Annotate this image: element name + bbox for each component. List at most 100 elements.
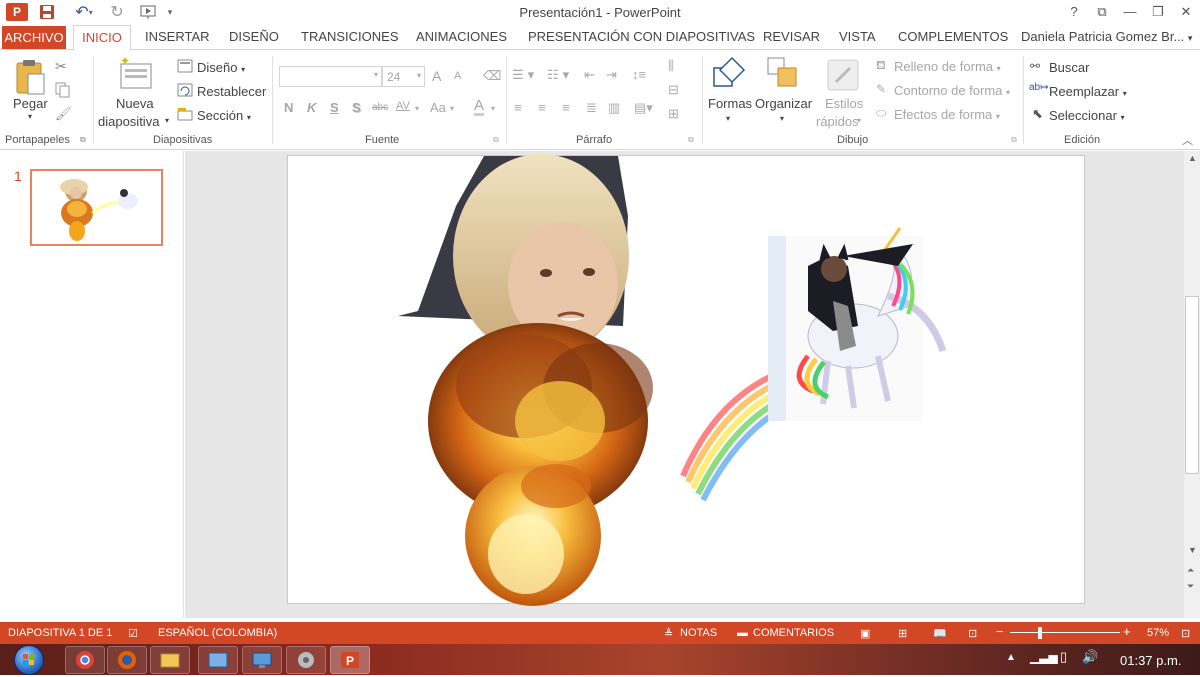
align-right-icon[interactable]: ≡ xyxy=(562,100,570,115)
scroll-up-icon[interactable]: ▲ xyxy=(1188,153,1197,163)
shape-outline-button[interactable]: Contorno de forma ▾ xyxy=(894,83,1010,98)
notes-icon[interactable]: ≜ xyxy=(664,627,673,640)
cursor-icon[interactable]: ⬉ xyxy=(1032,106,1043,122)
reset-icon[interactable] xyxy=(177,83,193,100)
slide-thumbnail-1[interactable] xyxy=(30,169,163,246)
shadow-button[interactable]: S xyxy=(352,100,361,115)
layout-button[interactable]: Diseño ▾ xyxy=(197,60,245,75)
zoom-level[interactable]: 57% xyxy=(1147,627,1169,639)
app-taskbar-button-1[interactable] xyxy=(198,646,238,674)
notes-button[interactable]: NOTAS xyxy=(680,627,717,639)
tab-vista[interactable]: VISTA xyxy=(839,29,876,44)
convert-smartart-icon[interactable]: ⊞ xyxy=(668,106,679,122)
shapes-button[interactable]: Formas xyxy=(708,96,752,111)
maximize-button[interactable]: ❐ xyxy=(1145,2,1171,22)
bullets-icon[interactable]: ☰▾ xyxy=(512,67,538,83)
reading-view-icon[interactable]: 📖 xyxy=(933,627,947,640)
tab-inicio[interactable]: INICIO xyxy=(73,25,131,51)
font-color-button[interactable]: A xyxy=(474,98,485,116)
language-status[interactable]: ESPAÑOL (COLOMBIA) xyxy=(158,627,277,639)
girl-explosion-image[interactable] xyxy=(398,154,653,606)
battery-icon[interactable]: ▯ xyxy=(1060,649,1067,665)
chevron-down-icon[interactable]: ▾ xyxy=(857,116,861,125)
app-taskbar-button-3[interactable] xyxy=(286,646,326,674)
zoom-in-icon[interactable]: + xyxy=(1123,624,1131,639)
next-slide-icon[interactable]: ⏷ xyxy=(1187,581,1194,592)
dialog-launcher-icon[interactable]: ⧉ xyxy=(493,135,499,145)
chevron-down-icon[interactable]: ▾ xyxy=(165,116,169,125)
chevron-down-icon[interactable]: ▾ xyxy=(450,104,454,113)
dialog-launcher-icon[interactable]: ⧉ xyxy=(688,135,694,145)
zoom-slider-track[interactable] xyxy=(1010,632,1120,633)
italic-button[interactable]: K xyxy=(307,100,316,115)
copy-icon[interactable] xyxy=(55,82,71,101)
chevron-down-icon[interactable]: ▾ xyxy=(28,112,32,121)
distributed-icon[interactable]: ▥ xyxy=(608,100,620,116)
vertical-scrollbar[interactable]: ▲ ▼ ⏶ ⏷ xyxy=(1184,151,1200,618)
slide-canvas[interactable] xyxy=(287,154,1085,606)
effects-icon[interactable]: ⬭ xyxy=(876,106,886,121)
new-slide-label-2[interactable]: diapositiva xyxy=(98,114,159,129)
font-name-combo[interactable]: ▾ xyxy=(279,66,382,87)
chevron-down-icon[interactable]: ▾ xyxy=(415,104,419,113)
paste-icon[interactable] xyxy=(14,58,48,101)
tab-transiciones[interactable]: TRANSICIONES xyxy=(301,29,399,44)
chevron-down-icon[interactable]: ▾ xyxy=(491,104,495,113)
tab-archivo[interactable]: ARCHIVO xyxy=(2,26,66,49)
show-hidden-icons-icon[interactable]: ▲ xyxy=(1006,652,1016,663)
line-spacing-icon[interactable]: ↕≡ xyxy=(632,67,646,82)
binoculars-icon[interactable]: ⚯ xyxy=(1030,59,1040,73)
collapse-ribbon-icon[interactable]: ︿ xyxy=(1182,132,1193,148)
clear-formatting-icon[interactable]: ⌫ xyxy=(483,68,501,84)
justify-icon[interactable]: ≣ xyxy=(586,100,597,116)
quick-styles-icon[interactable] xyxy=(826,58,860,95)
cut-icon[interactable]: ✂ xyxy=(55,58,67,75)
scroll-down-icon[interactable]: ▼ xyxy=(1188,545,1197,555)
shape-fill-button[interactable]: Relleno de forma ▾ xyxy=(894,59,1001,74)
decrease-indent-icon[interactable]: ⇤ xyxy=(584,67,595,83)
replace-icon[interactable]: ab↦ xyxy=(1029,82,1049,93)
align-center-icon[interactable]: ≡ xyxy=(538,100,546,115)
slideshow-icon[interactable]: ⊡ xyxy=(968,627,977,640)
shrink-font-button[interactable]: A xyxy=(454,70,461,82)
help-button[interactable]: ? xyxy=(1061,2,1087,22)
app-taskbar-button-2[interactable] xyxy=(242,646,282,674)
pencil-icon[interactable]: ✎ xyxy=(876,82,886,96)
clock[interactable]: 01:37 p.m. xyxy=(1120,653,1181,668)
ribbon-display-options-button[interactable]: ⧉ xyxy=(1089,2,1115,22)
start-button[interactable] xyxy=(14,645,44,675)
text-direction-icon[interactable]: ⫼ xyxy=(668,58,674,74)
new-slide-label-1[interactable]: Nueva xyxy=(116,96,154,111)
comments-button[interactable]: COMENTARIOS xyxy=(753,627,834,639)
arrange-button[interactable]: Organizar xyxy=(755,96,812,111)
powerpoint-taskbar-button[interactable]: P xyxy=(330,646,370,674)
user-account[interactable]: Daniela Patricia Gomez Br... ▾ xyxy=(1021,29,1192,44)
paste-button[interactable]: Pegar xyxy=(13,96,48,111)
increase-indent-icon[interactable]: ⇥ xyxy=(606,67,617,83)
align-text-icon[interactable]: ⊟ xyxy=(668,82,679,98)
chevron-down-icon[interactable]: ▾ xyxy=(780,114,784,123)
align-left-icon[interactable]: ≡ xyxy=(514,100,522,115)
previous-slide-icon[interactable]: ⏶ xyxy=(1187,565,1194,576)
volume-icon[interactable]: 🔊 xyxy=(1082,649,1098,665)
columns-icon[interactable]: ▤▾ xyxy=(634,100,653,116)
reset-button[interactable]: Restablecer xyxy=(197,84,266,99)
tab-revisar[interactable]: REVISAR xyxy=(763,29,820,44)
underline-button[interactable]: S xyxy=(330,100,339,115)
new-slide-icon[interactable]: ✦ xyxy=(118,54,154,95)
chrome-taskbar-button[interactable] xyxy=(65,646,105,674)
spellcheck-icon[interactable]: ☑ xyxy=(128,627,138,640)
tab-insertar[interactable]: INSERTAR xyxy=(145,29,210,44)
bold-button[interactable]: N xyxy=(284,100,293,115)
shape-effects-button[interactable]: Efectos de forma ▾ xyxy=(894,107,1000,122)
tab-diseno[interactable]: DISEÑO xyxy=(229,29,279,44)
tab-presentacion[interactable]: PRESENTACIÓN CON DIAPOSITIVAS xyxy=(528,29,755,44)
shapes-icon[interactable] xyxy=(710,56,746,95)
scrollbar-thumb[interactable] xyxy=(1185,296,1199,474)
arrange-icon[interactable] xyxy=(766,56,800,95)
numbering-icon[interactable]: ☷▾ xyxy=(547,67,573,83)
tab-animaciones[interactable]: ANIMACIONES xyxy=(416,29,507,44)
strikethrough-button[interactable]: abc xyxy=(372,102,388,113)
character-spacing-button[interactable]: AV xyxy=(396,100,410,112)
section-icon[interactable] xyxy=(177,107,193,124)
